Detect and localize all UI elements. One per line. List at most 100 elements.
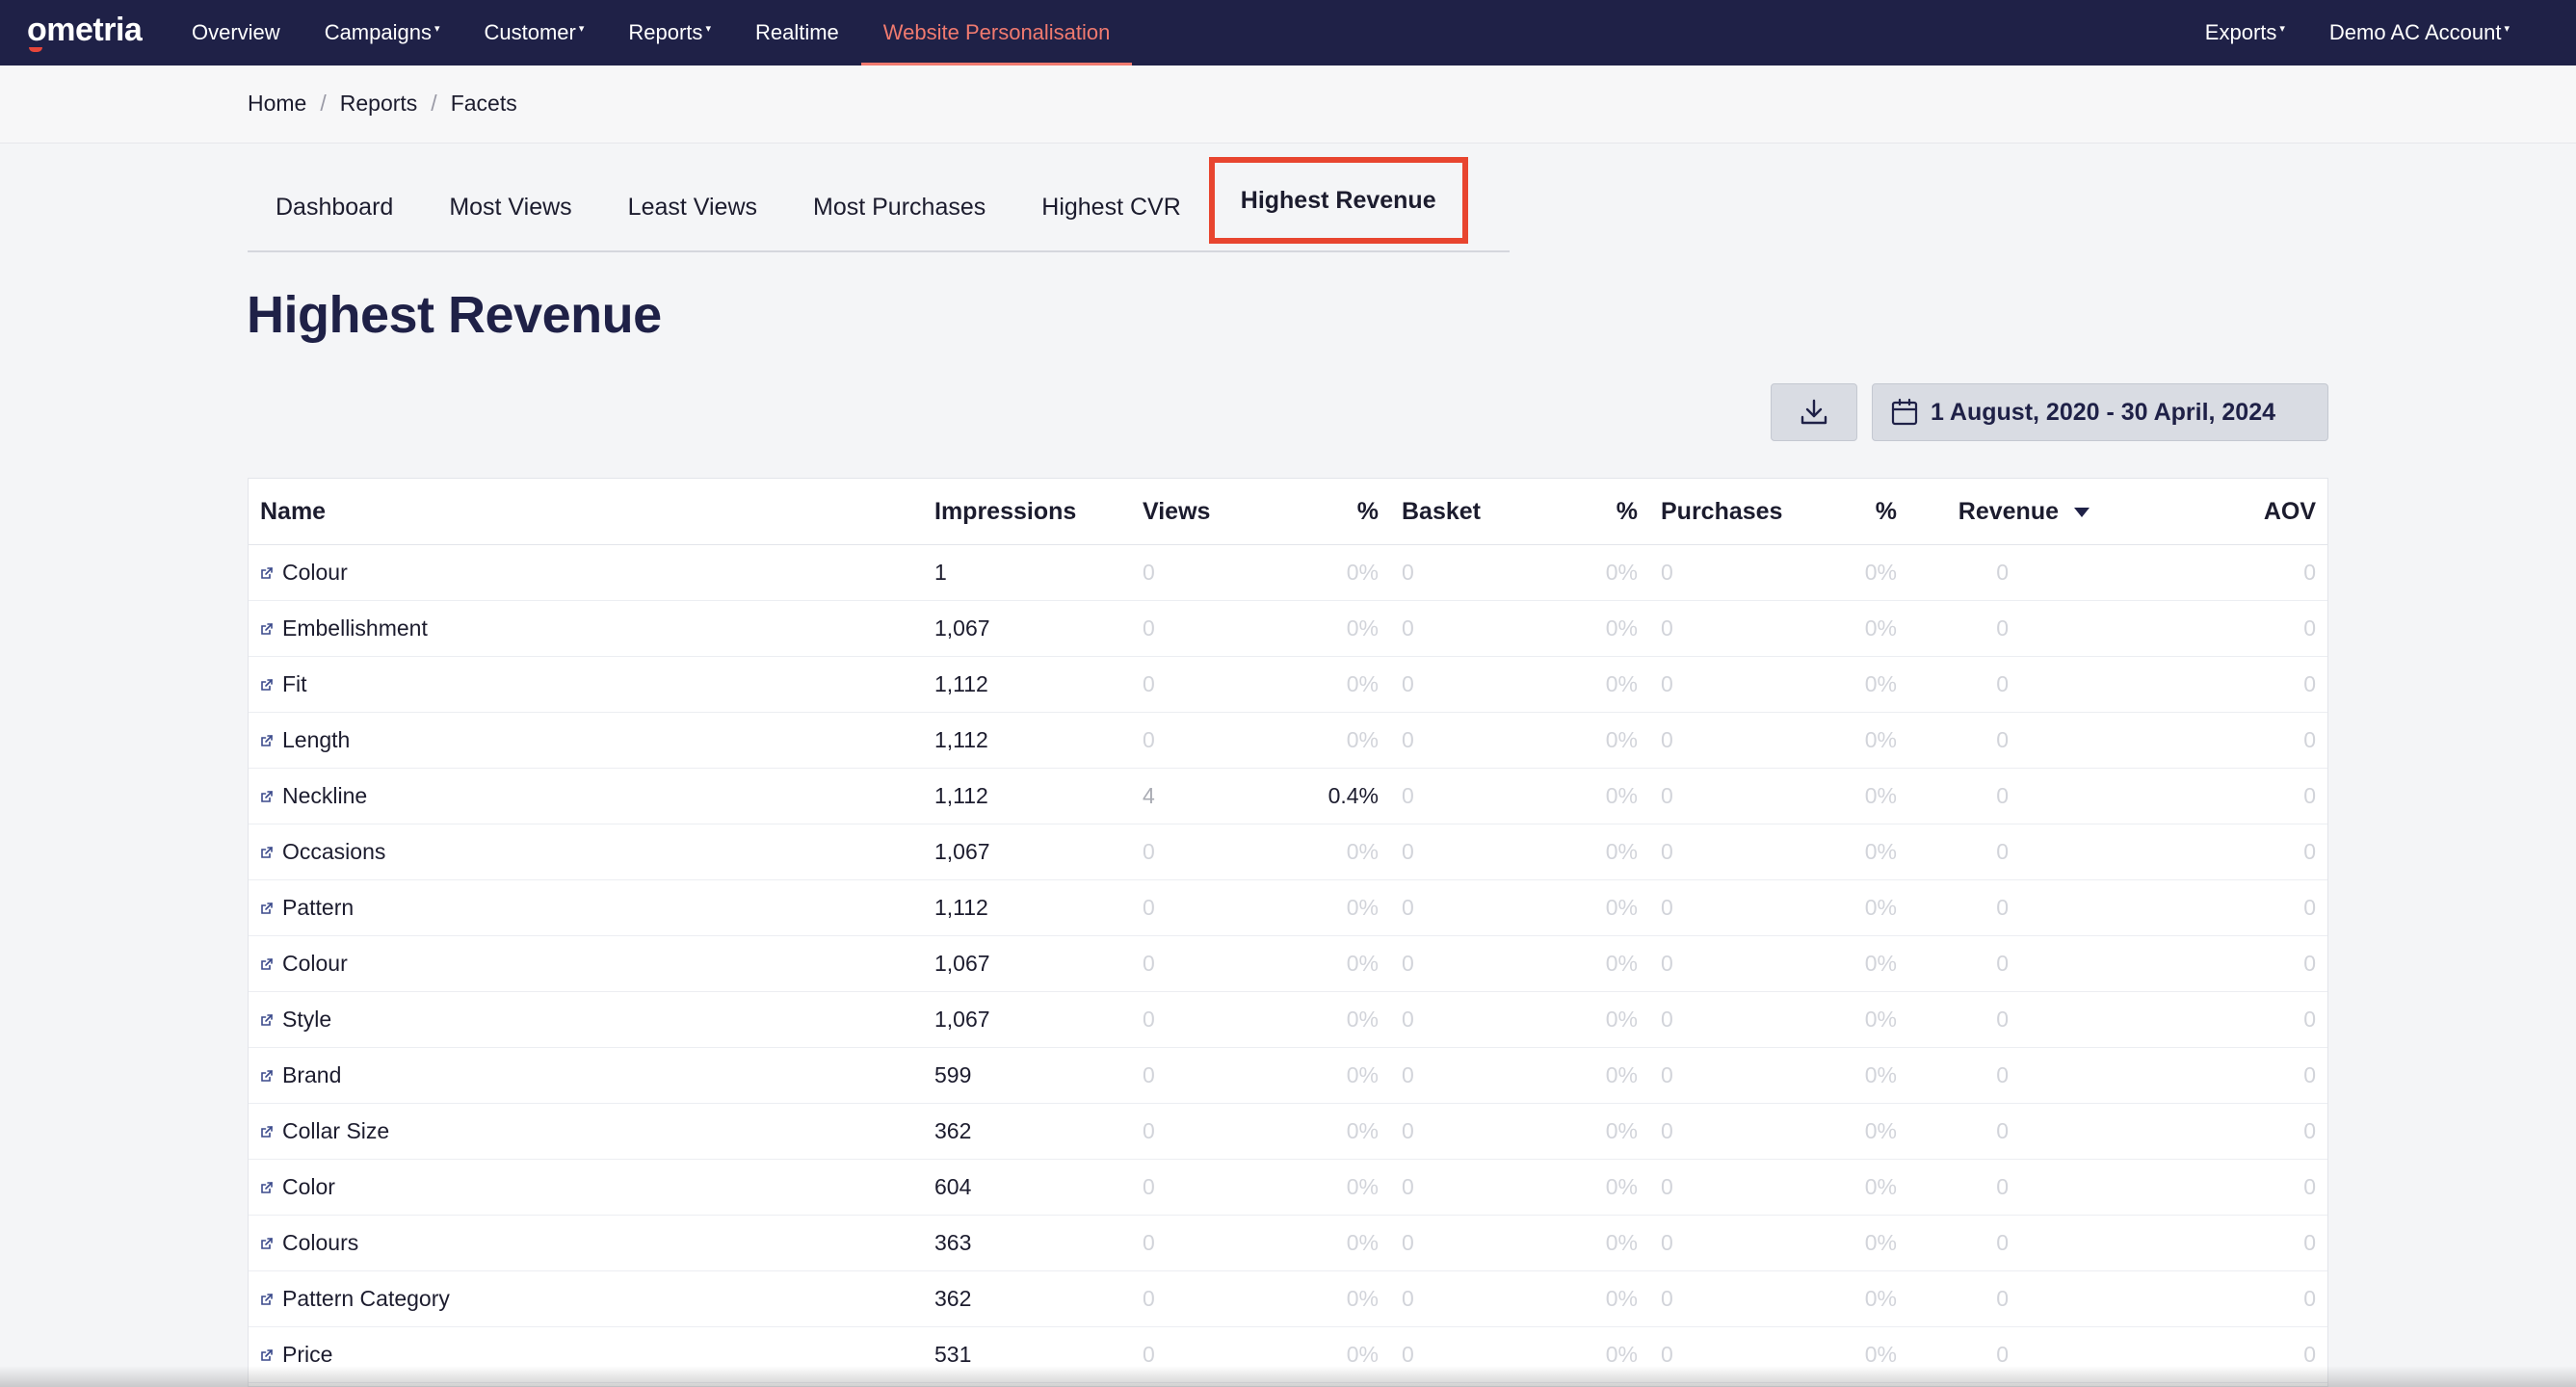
tab-dashboard[interactable]: Dashboard bbox=[248, 166, 421, 249]
column-header-impressions[interactable]: Impressions bbox=[923, 479, 1131, 545]
cell-name: Colour bbox=[249, 544, 923, 601]
external-link-icon bbox=[261, 566, 273, 579]
column-header-basket-pct[interactable]: % bbox=[1521, 479, 1649, 545]
cell-views-pct: 0% bbox=[1262, 600, 1390, 657]
facet-link[interactable]: Fit bbox=[260, 657, 911, 712]
facet-link[interactable]: Color bbox=[260, 1160, 911, 1215]
cell-purchases-pct: 0% bbox=[1780, 824, 1908, 880]
column-header-revenue[interactable]: Revenue bbox=[1908, 479, 2128, 545]
cell-basket-pct: 0% bbox=[1521, 824, 1649, 880]
nav-item-exports[interactable]: Exports ▾ bbox=[2183, 0, 2307, 65]
column-header-purchases[interactable]: Purchases bbox=[1649, 479, 1782, 545]
facet-link[interactable]: Pattern Category bbox=[260, 1271, 911, 1326]
tab-highest-cvr[interactable]: Highest CVR bbox=[1013, 166, 1209, 249]
external-link-icon bbox=[261, 1293, 273, 1305]
cell-purchases: 0 bbox=[1649, 600, 1780, 657]
table-header-row: Name Impressions Views % Basket % Purcha… bbox=[249, 479, 2327, 545]
nav-item-demo-ac-account[interactable]: Demo AC Account ▾ bbox=[2307, 0, 2532, 65]
dropdown-caret-icon: ▾ bbox=[434, 22, 440, 35]
date-range-label: 1 August, 2020 - 30 April, 2024 bbox=[1931, 398, 2276, 426]
nav-item-reports[interactable]: Reports ▾ bbox=[606, 0, 733, 65]
cell-views: 0 bbox=[1131, 935, 1262, 992]
facet-link[interactable]: Neckline bbox=[260, 769, 911, 824]
cell-views: 0 bbox=[1131, 656, 1262, 713]
facet-name: Fit bbox=[282, 671, 307, 696]
facet-name: Pattern Category bbox=[282, 1286, 450, 1311]
cell-revenue: 0 bbox=[1908, 1215, 2128, 1271]
column-header-basket[interactable]: Basket bbox=[1390, 479, 1521, 545]
column-header-views[interactable]: Views bbox=[1131, 479, 1262, 545]
nav-item-customer[interactable]: Customer ▾ bbox=[462, 0, 607, 65]
nav-item-label: Overview bbox=[192, 20, 280, 44]
column-header-aov[interactable]: AOV bbox=[2128, 479, 2327, 545]
facet-name: Brand bbox=[282, 1062, 342, 1087]
tab-most-views[interactable]: Most Views bbox=[421, 166, 599, 249]
cell-views-pct: 0% bbox=[1262, 1215, 1390, 1271]
breadcrumb-reports[interactable]: Reports bbox=[340, 91, 418, 117]
nav-item-label: Campaigns bbox=[324, 20, 432, 44]
cell-views: 0 bbox=[1131, 544, 1262, 601]
download-button[interactable] bbox=[1771, 383, 1857, 441]
nav-item-overview[interactable]: Overview bbox=[170, 0, 302, 65]
cell-aov: 0 bbox=[2128, 712, 2327, 769]
table-row: Color 604 0 0% 0 0% 0 0% 0 0 bbox=[249, 1159, 2327, 1216]
nav-item-campaigns[interactable]: Campaigns ▾ bbox=[302, 0, 462, 65]
cell-name: Length bbox=[249, 712, 923, 769]
facet-link[interactable]: Colour bbox=[260, 936, 911, 991]
facet-name: Embellishment bbox=[282, 615, 428, 641]
column-header-views-pct[interactable]: % bbox=[1262, 479, 1390, 545]
tab-highest-revenue[interactable]: Highest Revenue bbox=[1208, 157, 1468, 244]
cell-impressions: 599 bbox=[923, 1047, 1131, 1104]
cell-views: 0 bbox=[1131, 1103, 1262, 1160]
facet-link[interactable]: Pattern bbox=[260, 880, 911, 935]
cell-basket: 0 bbox=[1390, 991, 1521, 1048]
cell-purchases: 0 bbox=[1649, 991, 1780, 1048]
cell-views: 0 bbox=[1131, 712, 1262, 769]
cell-revenue: 0 bbox=[1908, 712, 2128, 769]
cell-purchases: 0 bbox=[1649, 824, 1780, 880]
facet-link[interactable]: Occasions bbox=[260, 824, 911, 879]
facet-link[interactable]: Length bbox=[260, 713, 911, 768]
facet-link[interactable]: Style bbox=[260, 992, 911, 1047]
cell-impressions: 362 bbox=[923, 1103, 1131, 1160]
cell-purchases-pct: 0% bbox=[1780, 935, 1908, 992]
cell-basket: 0 bbox=[1390, 1215, 1521, 1271]
cell-revenue: 0 bbox=[1908, 1103, 2128, 1160]
ometria-logo[interactable]: ometria bbox=[27, 12, 143, 52]
cell-purchases-pct: 0% bbox=[1780, 544, 1908, 601]
facet-link[interactable]: Colour bbox=[260, 545, 911, 600]
bottom-edge-shadow bbox=[0, 1366, 2576, 1387]
external-link-icon bbox=[261, 1237, 273, 1249]
tab-most-purchases[interactable]: Most Purchases bbox=[785, 166, 1013, 249]
cell-revenue: 0 bbox=[1908, 768, 2128, 824]
facet-link[interactable]: Colours bbox=[260, 1216, 911, 1270]
cell-name: Neckline bbox=[249, 768, 923, 824]
cell-aov: 0 bbox=[2128, 991, 2327, 1048]
nav-item-website-personalisation[interactable]: Website Personalisation bbox=[860, 0, 1133, 65]
external-link-icon bbox=[261, 622, 273, 635]
cell-purchases-pct: 0% bbox=[1780, 1270, 1908, 1327]
breadcrumb-home[interactable]: Home bbox=[248, 91, 306, 117]
cell-purchases-pct: 0% bbox=[1780, 600, 1908, 657]
column-header-purchases-pct[interactable]: % bbox=[1780, 479, 1908, 545]
facets-table-container: Name Impressions Views % Basket % Purcha… bbox=[248, 478, 2328, 1387]
dropdown-caret-icon: ▾ bbox=[2279, 22, 2285, 35]
cell-impressions: 362 bbox=[923, 1270, 1131, 1327]
cell-basket-pct: 0% bbox=[1521, 656, 1649, 713]
nav-item-realtime[interactable]: Realtime bbox=[733, 0, 861, 65]
cell-purchases: 0 bbox=[1649, 544, 1780, 601]
facet-name: Colour bbox=[282, 951, 348, 976]
facet-link[interactable]: Embellishment bbox=[260, 601, 911, 656]
facet-link[interactable]: Collar Size bbox=[260, 1104, 911, 1159]
date-range-picker[interactable]: 1 August, 2020 - 30 April, 2024 bbox=[1872, 383, 2328, 441]
cell-purchases: 0 bbox=[1649, 1103, 1780, 1160]
tab-least-views[interactable]: Least Views bbox=[600, 166, 785, 249]
table-row: Colours 363 0 0% 0 0% 0 0% 0 0 bbox=[249, 1215, 2327, 1271]
column-header-name[interactable]: Name bbox=[249, 479, 923, 545]
logo-accent bbox=[29, 47, 42, 52]
cell-basket-pct: 0% bbox=[1521, 544, 1649, 601]
cell-views: 0 bbox=[1131, 1047, 1262, 1104]
facet-link[interactable]: Brand bbox=[260, 1048, 911, 1103]
cell-views-pct: 0% bbox=[1262, 712, 1390, 769]
cell-name: Embellishment bbox=[249, 600, 923, 657]
